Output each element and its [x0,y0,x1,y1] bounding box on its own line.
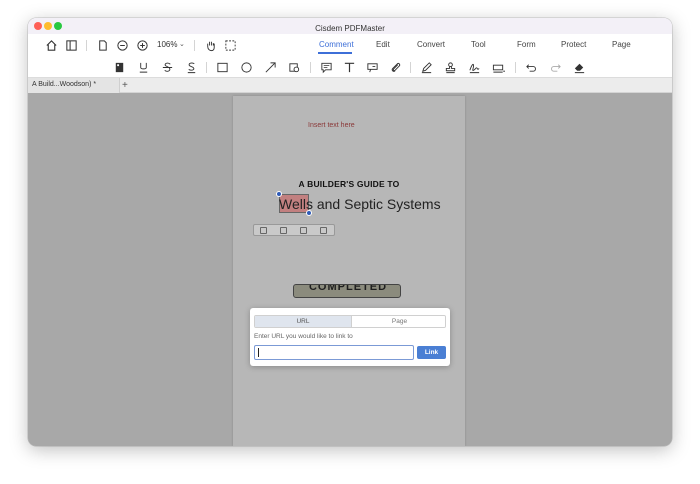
marquee-select-icon[interactable] [222,37,238,53]
rectangle-icon[interactable] [214,59,230,75]
stamp-icon[interactable] [442,59,458,75]
arrow-icon[interactable] [262,59,278,75]
tab-convert[interactable]: Convert [417,40,445,49]
chevron-down-icon[interactable]: ⌄ [179,40,185,48]
squiggly-icon[interactable] [183,59,199,75]
title-bar: Cisdem PDFMaster [28,18,672,34]
url-prompt-label: Enter URL you would like to link to [254,333,353,340]
redo-icon[interactable] [547,59,563,75]
tab-edit[interactable]: Edit [376,40,390,49]
sidebar-icon[interactable] [63,37,79,53]
subtitle-rest: and Septic Systems [312,196,441,212]
link-type-segmented-control: URL Page [254,315,446,328]
tab-form[interactable]: Form [517,40,536,49]
window-title: Cisdem PDFMaster [315,24,385,33]
app-window: Cisdem PDFMaster 106% ⌄ Comment Edit Con… [28,18,672,446]
main-toolbar: 106% ⌄ Comment Edit Convert Tool Form Pr… [28,34,672,56]
document-canvas[interactable]: Insert text here A BUILDER'S GUIDE TO We… [28,93,672,446]
pen-icon[interactable] [418,59,434,75]
zoom-in-icon[interactable] [134,37,150,53]
link-dialog: URL Page Enter URL you would like to lin… [250,308,450,366]
page-subtitle: Wells and Septic Systems [279,196,441,212]
measure-icon[interactable] [490,59,506,75]
stamp-text: COMPLETED [308,284,388,293]
annotation-toolbar [28,56,672,78]
minimize-window-button[interactable] [44,22,52,30]
active-tab-indicator [318,52,352,54]
hand-tool-icon[interactable] [202,37,218,53]
tab-comment[interactable]: Comment [319,40,354,49]
tab-page[interactable]: Page [612,40,631,49]
tab-protect[interactable]: Protect [561,40,586,49]
zoom-level[interactable]: 106% [157,40,177,49]
tab-page-link[interactable]: Page [351,316,445,327]
document-tab[interactable]: A Build...Woodson) * [28,78,120,93]
pdf-page[interactable]: Insert text here A BUILDER'S GUIDE TO We… [233,96,465,446]
selection-handle-end[interactable] [306,210,312,216]
text-box-icon[interactable] [111,59,127,75]
file-icon[interactable] [94,37,110,53]
completed-stamp[interactable]: COMPLETED [293,284,401,298]
page-heading: A BUILDER'S GUIDE TO [298,179,400,189]
tab-tool[interactable]: Tool [471,40,486,49]
delete-icon[interactable] [320,227,327,234]
highlight-icon[interactable] [280,227,287,234]
add-tab-button[interactable]: + [122,78,128,93]
tab-url[interactable]: URL [255,316,351,327]
selection-handle-start[interactable] [276,191,282,197]
note-icon[interactable] [318,59,334,75]
copy-icon[interactable] [260,227,267,234]
close-window-button[interactable] [34,22,42,30]
document-tab-label: A Build...Woodson) * [32,81,97,88]
zoom-out-icon[interactable] [114,37,130,53]
undo-icon[interactable] [523,59,539,75]
link-button[interactable]: Link [417,346,446,359]
ellipse-icon[interactable] [238,59,254,75]
document-tab-bar: A Build...Woodson) * + [28,78,672,93]
url-input[interactable] [254,345,414,360]
zoom-window-button[interactable] [54,22,62,30]
home-icon[interactable] [43,37,59,53]
text-cursor [258,348,259,357]
underline-icon[interactable] [135,59,151,75]
signature-icon[interactable] [466,59,482,75]
strikethrough-icon[interactable] [159,59,175,75]
callout-icon[interactable] [364,59,380,75]
attachment-icon[interactable] [387,59,403,75]
eraser-icon[interactable] [571,59,587,75]
inserted-text-annotation[interactable]: Insert text here [308,122,355,129]
link-icon[interactable] [300,227,307,234]
selection-mini-toolbar [253,224,335,236]
text-icon[interactable] [341,59,357,75]
shape-menu-icon[interactable] [286,59,302,75]
